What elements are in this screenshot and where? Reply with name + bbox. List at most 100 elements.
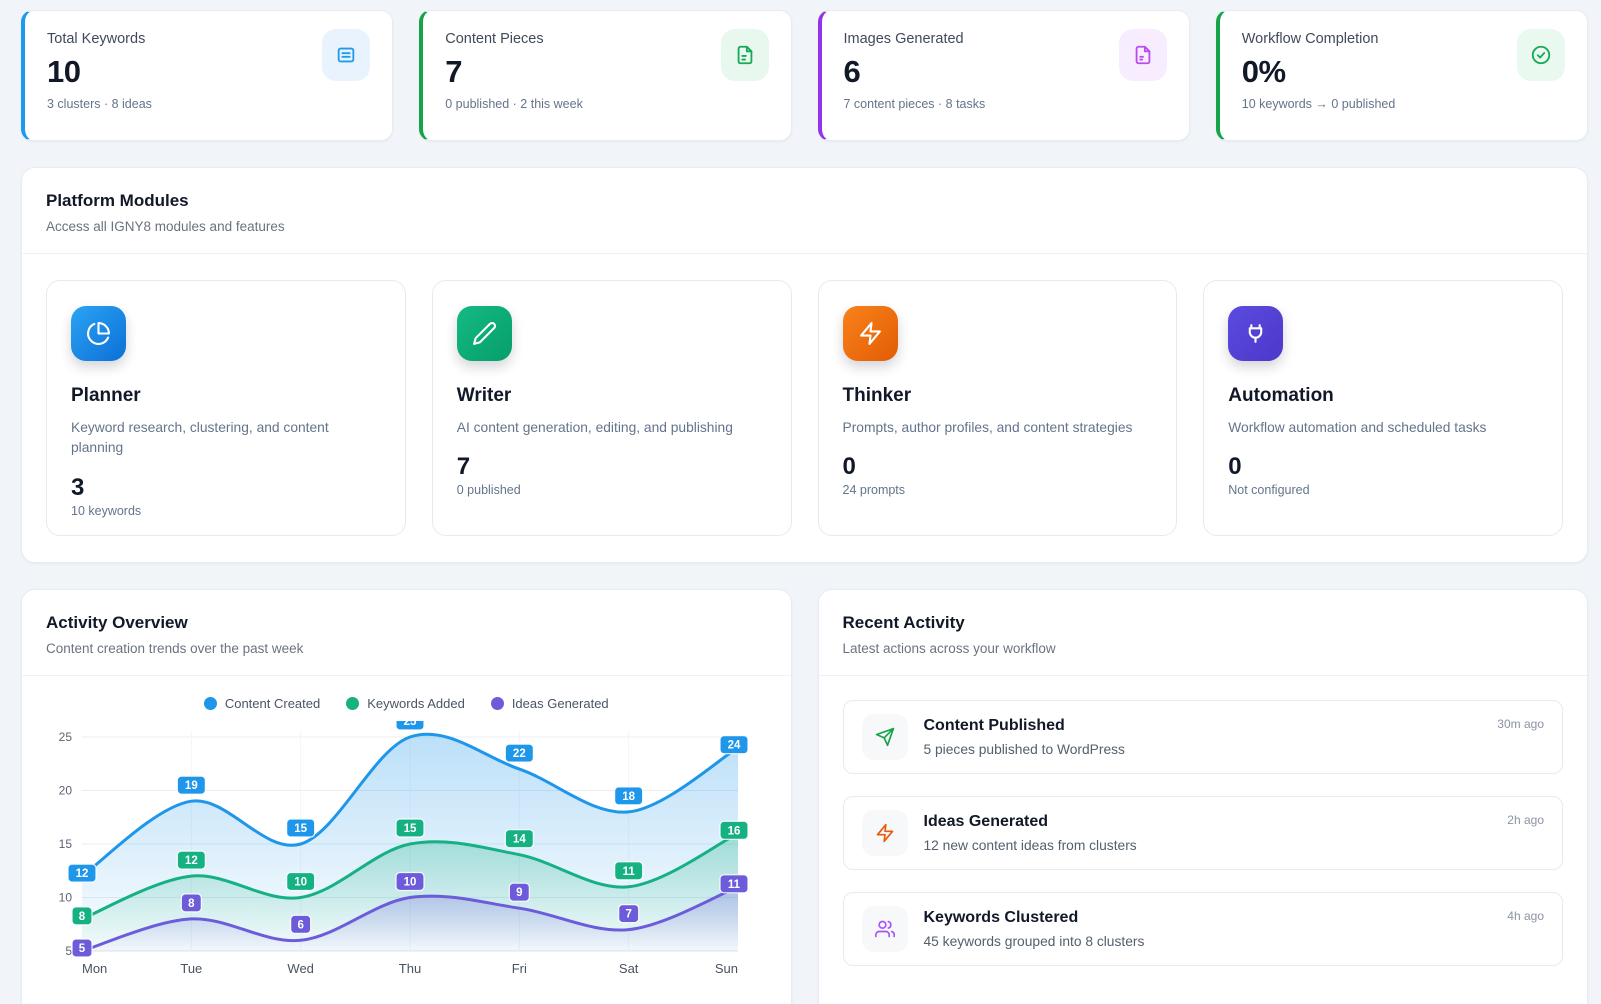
legend-label: Ideas Generated: [512, 696, 609, 711]
legend-dot: [346, 697, 359, 710]
activity-line-chart: 510152025MonTueWedThuFriSatSun1219152522…: [38, 721, 750, 989]
chart-body: Content Created Keywords Added Ideas Gener…: [22, 676, 791, 994]
panel-subtitle: Access all IGNY8 modules and features: [46, 219, 1563, 234]
svg-text:Tue: Tue: [180, 961, 202, 976]
activity-item-content-published[interactable]: Content Published 5 pieces published to …: [843, 700, 1564, 774]
svg-text:16: 16: [728, 825, 741, 837]
svg-text:8: 8: [188, 898, 195, 910]
svg-text:19: 19: [185, 780, 198, 792]
panel-subtitle: Latest actions across your workflow: [843, 641, 1564, 656]
pencil-icon: [457, 306, 512, 361]
stat-sub: 3 clusters · 8 ideas: [47, 97, 370, 111]
module-value: 0: [1228, 453, 1538, 481]
activity-timestamp: 2h ago: [1507, 813, 1544, 827]
svg-text:10: 10: [294, 877, 307, 889]
module-name: Writer: [457, 385, 767, 407]
check-circle-icon: [1517, 29, 1565, 81]
recent-activity-header: Recent Activity Latest actions across yo…: [819, 590, 1588, 676]
module-card-automation[interactable]: Automation Workflow automation and sched…: [1203, 280, 1563, 536]
svg-text:7: 7: [625, 909, 631, 921]
activity-list: Content Published 5 pieces published to …: [819, 676, 1588, 990]
file-text-icon: [721, 29, 769, 81]
svg-text:Thu: Thu: [399, 961, 421, 976]
zap-icon: [862, 810, 908, 856]
legend-dot: [491, 697, 504, 710]
dashboard-page: Total Keywords 10 3 clusters · 8 ideas C…: [0, 0, 1601, 1004]
svg-text:5: 5: [65, 944, 72, 958]
svg-text:14: 14: [513, 834, 526, 846]
svg-text:Fri: Fri: [512, 961, 527, 976]
activity-desc: 45 keywords grouped into 8 clusters: [924, 934, 1145, 949]
module-desc: Workflow automation and scheduled tasks: [1228, 418, 1538, 438]
svg-text:20: 20: [59, 784, 73, 798]
activity-timestamp: 4h ago: [1507, 909, 1544, 923]
activity-title: Content Published: [924, 717, 1125, 735]
svg-text:Sat: Sat: [619, 961, 639, 976]
svg-text:12: 12: [76, 868, 89, 880]
module-desc: AI content generation, editing, and publ…: [457, 418, 767, 438]
svg-text:10: 10: [59, 891, 73, 905]
stat-sub: 0 published · 2 this week: [445, 97, 768, 111]
svg-text:12: 12: [185, 855, 198, 867]
svg-text:25: 25: [404, 721, 417, 728]
activity-title: Keywords Clustered: [924, 909, 1145, 927]
recent-activity-panel: Recent Activity Latest actions across yo…: [818, 589, 1589, 1004]
module-sub: Not configured: [1228, 483, 1538, 497]
panel-title: Activity Overview: [46, 613, 767, 633]
legend-label: Keywords Added: [367, 696, 465, 711]
legend-item[interactable]: Ideas Generated: [491, 696, 609, 711]
activity-title: Ideas Generated: [924, 813, 1137, 831]
activity-text: Ideas Generated 12 new content ideas fro…: [924, 813, 1137, 853]
activity-item-ideas-generated[interactable]: Ideas Generated 12 new content ideas fro…: [843, 796, 1564, 870]
svg-text:15: 15: [59, 837, 73, 851]
modules-body: Planner Keyword research, clustering, an…: [22, 254, 1587, 562]
stats-row: Total Keywords 10 3 clusters · 8 ideas C…: [21, 10, 1588, 141]
bottom-row: Activity Overview Content creation trend…: [21, 563, 1588, 1004]
module-card-thinker[interactable]: Thinker Prompts, author profiles, and co…: [818, 280, 1178, 536]
activity-overview-header: Activity Overview Content creation trend…: [22, 590, 791, 676]
stat-card-total-keywords: Total Keywords 10 3 clusters · 8 ideas: [21, 10, 393, 141]
module-value: 0: [843, 453, 1153, 481]
module-card-writer[interactable]: Writer AI content generation, editing, a…: [432, 280, 792, 536]
legend-dot: [204, 697, 217, 710]
svg-text:5: 5: [79, 943, 86, 955]
platform-modules-header: Platform Modules Access all IGNY8 module…: [22, 168, 1587, 254]
svg-text:15: 15: [404, 823, 417, 835]
document-lines-icon: [322, 29, 370, 81]
module-value: 7: [457, 453, 767, 481]
module-name: Planner: [71, 385, 381, 407]
panel-subtitle: Content creation trends over the past we…: [46, 641, 767, 656]
activity-desc: 12 new content ideas from clusters: [924, 838, 1137, 853]
module-name: Thinker: [843, 385, 1153, 407]
plug-icon: [1228, 306, 1283, 361]
module-desc: Prompts, author profiles, and content st…: [843, 418, 1153, 438]
zap-icon: [843, 306, 898, 361]
svg-text:6: 6: [297, 919, 303, 931]
file-image-icon: [1119, 29, 1167, 81]
svg-text:25: 25: [59, 730, 73, 744]
module-name: Automation: [1228, 385, 1538, 407]
svg-text:24: 24: [728, 740, 741, 752]
platform-modules-panel: Platform Modules Access all IGNY8 module…: [21, 167, 1588, 563]
svg-text:11: 11: [623, 866, 636, 878]
svg-text:15: 15: [294, 823, 307, 835]
legend-item[interactable]: Content Created: [204, 696, 320, 711]
module-desc: Keyword research, clustering, and conten…: [71, 418, 381, 459]
stat-card-images-generated: Images Generated 6 7 content pieces · 8 …: [818, 10, 1190, 141]
activity-item-keywords-clustered[interactable]: Keywords Clustered 45 keywords grouped i…: [843, 892, 1564, 966]
svg-text:11: 11: [728, 879, 741, 891]
module-value: 3: [71, 474, 381, 502]
activity-desc: 5 pieces published to WordPress: [924, 742, 1125, 757]
svg-text:22: 22: [513, 748, 526, 760]
activity-text: Content Published 5 pieces published to …: [924, 717, 1125, 757]
activity-overview-panel: Activity Overview Content creation trend…: [21, 589, 792, 1004]
legend-item[interactable]: Keywords Added: [346, 696, 465, 711]
svg-text:8: 8: [79, 911, 86, 923]
svg-text:18: 18: [622, 791, 635, 803]
module-card-planner[interactable]: Planner Keyword research, clustering, an…: [46, 280, 406, 536]
svg-text:Sun: Sun: [715, 961, 738, 976]
svg-text:10: 10: [404, 877, 417, 889]
stat-card-content-pieces: Content Pieces 7 0 published · 2 this we…: [419, 10, 791, 141]
panel-title: Platform Modules: [46, 191, 1563, 211]
module-sub: 10 keywords: [71, 504, 381, 518]
